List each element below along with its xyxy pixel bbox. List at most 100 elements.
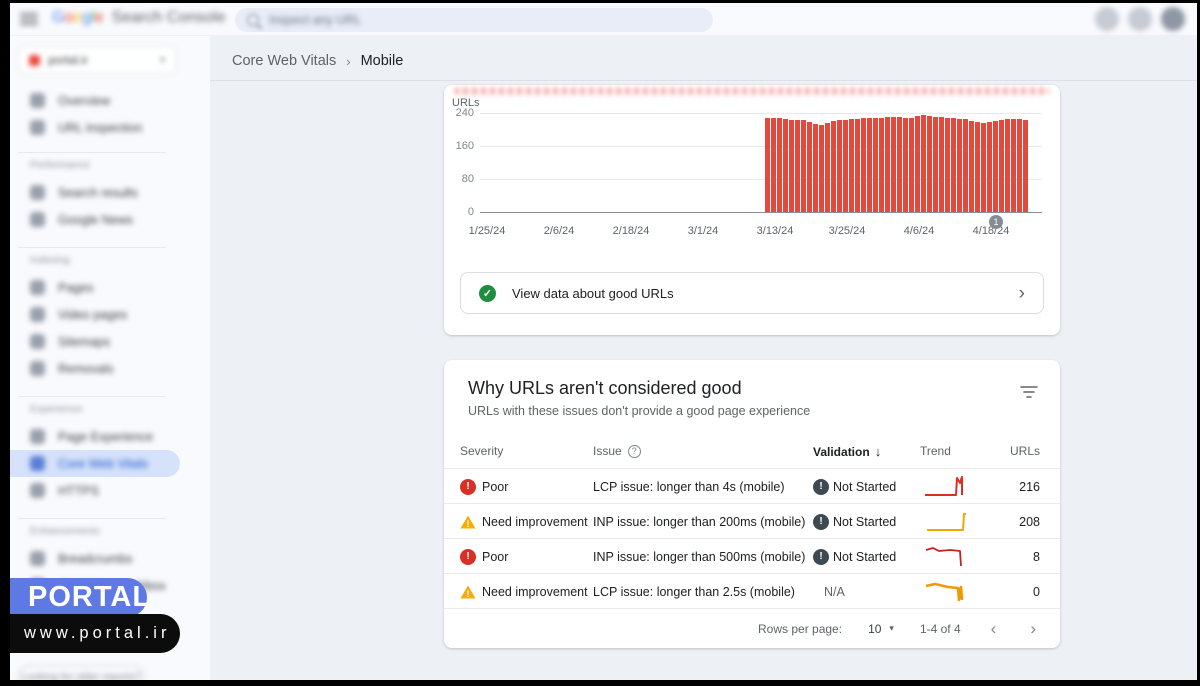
chart-bar[interactable] <box>777 118 782 212</box>
property-selector[interactable]: portal.ir ▾ <box>18 46 176 74</box>
chart-bar[interactable] <box>1023 120 1028 212</box>
chart-bar[interactable] <box>993 121 998 212</box>
sidebar-item-video-pages[interactable]: Video pages <box>10 301 200 328</box>
sidebar-item-url-inspection[interactable]: URL inspection <box>10 114 200 141</box>
issue-label[interactable]: INP issue: longer than 200ms (mobile) <box>593 504 805 539</box>
view-good-urls-banner[interactable]: ✓ View data about good URLs › <box>460 272 1044 314</box>
severity-label: Poor <box>482 469 508 504</box>
next-page-button[interactable]: › <box>1026 620 1040 637</box>
chart-bar[interactable] <box>945 118 950 212</box>
chart-bar[interactable] <box>849 119 854 212</box>
chart-bar[interactable] <box>801 120 806 212</box>
chart-bar[interactable] <box>963 119 968 212</box>
chart-bar[interactable] <box>969 121 974 212</box>
sidebar-item-pages[interactable]: Pages <box>10 274 200 301</box>
breadcrumb: Core Web Vitals › Mobile <box>232 53 403 69</box>
breadcrumb-core-web-vitals[interactable]: Core Web Vitals <box>232 53 336 69</box>
chart-bar[interactable] <box>867 118 872 212</box>
chart-bar[interactable] <box>1011 119 1016 212</box>
chart-bar[interactable] <box>789 120 794 212</box>
app-logo[interactable]: Google Search Console <box>52 9 225 27</box>
chart-bar[interactable] <box>909 118 914 212</box>
issue-label[interactable]: INP issue: longer than 500ms (mobile) <box>593 539 805 574</box>
chart-bar[interactable] <box>861 118 866 212</box>
severity-icon-wrap: ! <box>460 574 476 609</box>
chart-bar[interactable] <box>951 118 956 212</box>
chart-bar[interactable] <box>855 119 860 212</box>
severity-icon-wrap: ! <box>460 469 476 504</box>
chart-bar[interactable] <box>1005 119 1010 212</box>
sidebar-item-search-results[interactable]: Search results <box>10 179 200 206</box>
column-validation[interactable]: Validation ↓ <box>813 444 881 459</box>
chart-bar[interactable] <box>807 122 812 212</box>
column-severity: Severity <box>460 444 503 458</box>
urls-count: 216 <box>960 469 1040 504</box>
table-header-row: Severity Issue ? Validation ↓ Trend URLs <box>444 444 1060 468</box>
avatar[interactable] <box>1161 7 1185 31</box>
chart-bar[interactable] <box>819 125 824 212</box>
table-row[interactable]: !Need improvementLCP issue: longer than … <box>444 574 1060 609</box>
chart-bar[interactable] <box>843 120 848 212</box>
sidebar-divider <box>18 518 166 519</box>
chart-bar[interactable] <box>897 117 902 212</box>
sitemaps-icon <box>30 334 45 349</box>
chart-bar[interactable] <box>999 120 1004 212</box>
chart-bar[interactable] <box>903 118 908 212</box>
chart-bar[interactable] <box>873 118 878 212</box>
search-icon <box>247 14 259 26</box>
chart-bar[interactable] <box>765 118 770 212</box>
sidebar-item-core-web-vitals[interactable]: Core Web Vitals <box>10 450 180 477</box>
chart-bar[interactable] <box>885 117 890 212</box>
rows-per-page-select[interactable]: 10 ▾ <box>868 622 894 636</box>
chart-bar[interactable] <box>933 117 938 212</box>
help-icon[interactable]: ? <box>628 445 641 458</box>
urls-count: 0 <box>960 574 1040 609</box>
chart-bar[interactable] <box>921 115 926 212</box>
issue-label[interactable]: LCP issue: longer than 2.5s (mobile) <box>593 574 795 609</box>
chart-bar[interactable] <box>957 119 962 212</box>
sidebar-item-removals[interactable]: Removals <box>10 355 200 382</box>
apps-icon[interactable] <box>1128 7 1152 31</box>
breadcrumb-mobile: Mobile <box>361 53 404 69</box>
pagination: Rows per page: 10 ▾ 1-4 of 4 ‹ › <box>444 609 1060 648</box>
severity-label: Need improvement <box>482 574 588 609</box>
menu-icon[interactable] <box>20 11 38 27</box>
chart-bar[interactable] <box>927 116 932 212</box>
older-reports-link[interactable]: Looking for older reports? <box>18 665 144 680</box>
chart-bar[interactable] <box>837 120 842 212</box>
table-row[interactable]: !PoorINP issue: longer than 500ms (mobil… <box>444 539 1060 574</box>
chart-bar[interactable] <box>771 118 776 212</box>
sidebar-item-overview[interactable]: Overview <box>10 87 200 114</box>
chart-bar[interactable] <box>939 117 944 212</box>
chart-bar[interactable] <box>825 123 830 212</box>
chart-bar[interactable] <box>981 123 986 212</box>
not-started-icon: ! <box>813 479 829 495</box>
chart-bar[interactable] <box>879 118 884 212</box>
sidebar-item-https[interactable]: HTTPS <box>10 477 200 504</box>
url-inspect-search-input[interactable]: Inspect any URL <box>235 8 713 32</box>
sidebar-item-page-experience[interactable]: Page Experience <box>10 423 200 450</box>
chart-bar[interactable] <box>987 122 992 212</box>
chart-bar[interactable] <box>783 119 788 212</box>
chart-bar[interactable] <box>915 116 920 212</box>
previous-page-button[interactable]: ‹ <box>987 620 1001 637</box>
chart-bar[interactable] <box>795 120 800 212</box>
chevron-down-icon: ▾ <box>160 55 165 66</box>
issue-label[interactable]: LCP issue: longer than 4s (mobile) <box>593 469 785 504</box>
chart-bar[interactable] <box>813 124 818 212</box>
filter-icon[interactable] <box>1020 384 1038 405</box>
chart-bar[interactable] <box>975 122 980 212</box>
chart-bar[interactable] <box>1017 119 1022 212</box>
home-icon <box>30 93 45 108</box>
settings-icon[interactable] <box>1095 7 1119 31</box>
chart-annotation-marker[interactable]: 1 <box>989 215 1003 229</box>
sidebar-item-sitemaps[interactable]: Sitemaps <box>10 328 200 355</box>
table-row[interactable]: !Need improvementINP issue: longer than … <box>444 504 1060 539</box>
table-row[interactable]: !PoorLCP issue: longer than 4s (mobile)!… <box>444 469 1060 504</box>
chevron-down-icon: ▾ <box>889 623 894 634</box>
chart-bar[interactable] <box>831 121 836 212</box>
chart-bar[interactable] <box>891 117 896 212</box>
sidebar-item-breadcrumbs[interactable]: Breadcrumbs <box>10 545 200 572</box>
severity-label: Need improvement <box>482 504 588 539</box>
sidebar-item-google-news[interactable]: Google News <box>10 206 200 233</box>
